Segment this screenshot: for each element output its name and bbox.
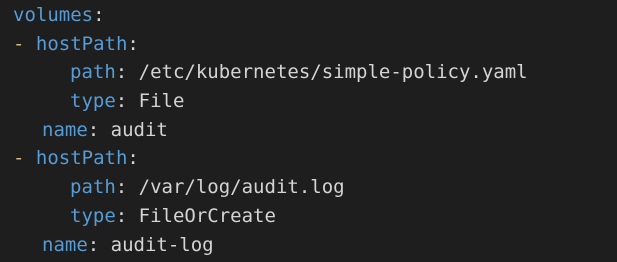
code-line: path: /var/log/audit.log [0,173,617,202]
code-editor: volumes: - hostPath: path: /etc/kubernet… [0,0,617,262]
code-line: path: /etc/kubernetes/simple-policy.yaml [0,58,617,87]
yaml-separator: : [127,147,139,170]
yaml-value: FileOrCreate [138,204,276,227]
yaml-value: audit-log [110,233,214,256]
yaml-list-dash: - [13,147,25,170]
code-line: name: audit [0,116,617,145]
yaml-key: type [70,90,116,113]
yaml-value: audit [110,118,168,141]
yaml-key: name [42,233,88,256]
yaml-separator: : [127,32,139,55]
code-line: type: FileOrCreate [0,202,617,231]
yaml-value: File [138,90,185,113]
yaml-separator: : [87,118,100,141]
yaml-separator: : [115,176,128,199]
yaml-key: name [42,118,88,141]
code-line: type: File [0,87,617,116]
code-line: volumes: [0,1,617,30]
yaml-key: hostPath [35,147,128,170]
code-line: name: audit-log [0,231,617,260]
yaml-key: path [70,61,116,84]
yaml-key: type [70,204,116,227]
yaml-separator: : [115,204,128,227]
yaml-key: path [70,176,116,199]
yaml-value: /var/log/audit.log [138,176,345,199]
yaml-key: volumes [13,4,94,26]
code-line: - hostPath: [0,144,617,173]
yaml-separator: : [115,90,128,113]
yaml-key: hostPath [35,32,128,55]
yaml-separator: : [115,61,128,84]
code-line: - hostPath: [0,30,617,59]
yaml-separator: : [87,233,100,256]
yaml-list-dash: - [13,32,25,55]
yaml-separator: : [93,4,105,26]
yaml-value: /etc/kubernetes/simple-policy.yaml [138,61,528,84]
